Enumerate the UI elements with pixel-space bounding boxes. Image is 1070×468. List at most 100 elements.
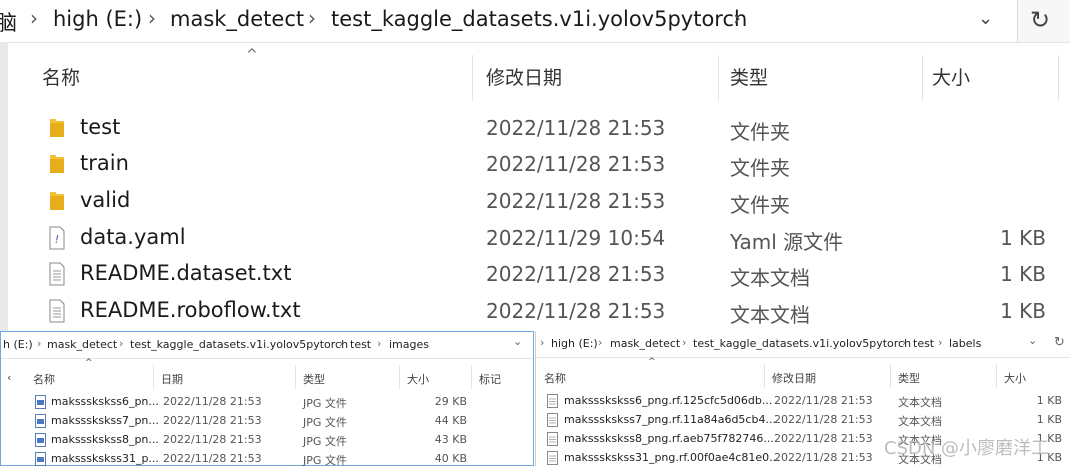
sort-ascending-icon: ^ xyxy=(648,357,656,367)
address-history-dropdown-icon[interactable]: ⌄ xyxy=(513,335,522,348)
breadcrumb-separator-icon[interactable]: › xyxy=(902,336,906,349)
file-date: 2022/11/28 21:53 xyxy=(163,452,262,465)
images-explorer-window: h (E:) › mask_detect › test_kaggle_datas… xyxy=(0,331,534,468)
breadcrumb-separator-icon[interactable]: › xyxy=(938,336,942,349)
file-row-train[interactable]: train 2022/11/28 21:53 文件夹 xyxy=(10,147,1060,183)
column-divider[interactable] xyxy=(922,55,923,101)
breadcrumb-separator-icon[interactable]: › xyxy=(682,336,686,349)
breadcrumb-dataset-folder[interactable]: test_kaggle_datasets.v1i.yolov5pytorch xyxy=(693,337,911,350)
file-date: 2022/11/28 21:53 xyxy=(163,414,262,427)
breadcrumb-separator-icon[interactable]: › xyxy=(37,337,41,350)
breadcrumb-mask-detect[interactable]: mask_detect xyxy=(170,7,304,31)
column-divider[interactable] xyxy=(153,365,154,389)
file-type: 文本文档 xyxy=(730,266,810,290)
folder-icon xyxy=(50,119,64,137)
text-file-icon xyxy=(49,299,65,323)
breadcrumb-separator-icon[interactable]: › xyxy=(598,336,602,349)
text-file-icon xyxy=(547,432,558,446)
breadcrumb-drive[interactable]: high (E:) xyxy=(551,337,598,350)
breadcrumb-images[interactable]: images xyxy=(389,338,429,351)
yaml-file-icon: ! xyxy=(49,226,65,250)
address-bar[interactable]: h (E:) › mask_detect › test_kaggle_datas… xyxy=(1,332,533,359)
column-divider[interactable] xyxy=(890,364,891,388)
file-date: 2022/11/28 21:53 xyxy=(486,189,666,213)
breadcrumb-drive[interactable]: high (E:) xyxy=(53,7,142,31)
jpg-file-icon xyxy=(35,395,46,409)
file-row[interactable]: makssskskss31_p... 2022/11/28 21:53 JPG … xyxy=(1,450,533,468)
column-divider[interactable] xyxy=(718,55,719,101)
breadcrumb-drive[interactable]: h (E:) xyxy=(3,338,33,351)
column-header-type[interactable]: 类型 xyxy=(898,370,920,386)
file-date: 2022/11/28 21:53 xyxy=(486,116,666,140)
breadcrumb-separator-icon[interactable]: › xyxy=(540,336,544,349)
file-row[interactable]: makssskskss7_png.rf.11a84a6d5cb4... 2022… xyxy=(536,411,1070,429)
refresh-icon[interactable]: ↻ xyxy=(1054,335,1065,350)
breadcrumb-separator-icon[interactable]: › xyxy=(377,337,381,350)
address-history-dropdown-icon[interactable]: ⌄ xyxy=(978,8,993,29)
breadcrumb-separator-icon[interactable]: › xyxy=(308,6,316,30)
file-type: JPG 文件 xyxy=(303,416,347,429)
file-type: 文本文档 xyxy=(898,396,942,409)
breadcrumb-dataset-folder[interactable]: test_kaggle_datasets.v1i.yolov5pytorch xyxy=(331,7,747,31)
breadcrumb-separator-icon[interactable]: › xyxy=(119,337,123,350)
column-divider[interactable] xyxy=(295,365,296,389)
column-divider[interactable] xyxy=(996,364,997,388)
column-divider[interactable] xyxy=(1058,55,1059,101)
text-file-icon xyxy=(547,413,558,427)
file-type: JPG 文件 xyxy=(303,397,347,410)
file-row-data-yaml[interactable]: ! data.yaml 2022/11/29 10:54 Yaml 源文件 1 … xyxy=(10,221,1060,257)
jpg-file-icon xyxy=(35,433,46,447)
column-header-tag[interactable]: 标记 xyxy=(479,371,501,387)
breadcrumb-separator-icon[interactable]: › xyxy=(148,6,156,30)
column-divider[interactable] xyxy=(472,55,473,101)
breadcrumb-separator-icon[interactable]: › xyxy=(339,337,343,350)
file-row[interactable]: makssskskss7_pn... 2022/11/28 21:53 JPG … xyxy=(1,412,533,430)
breadcrumb-labels[interactable]: labels xyxy=(949,337,981,350)
column-header-date[interactable]: 修改日期 xyxy=(486,63,562,90)
column-header-date[interactable]: 修改日期 xyxy=(772,370,816,386)
column-header-name[interactable]: 名称 xyxy=(33,371,55,387)
file-row-test[interactable]: test 2022/11/28 21:53 文件夹 xyxy=(10,111,1060,147)
column-header-name[interactable]: 名称 xyxy=(544,370,566,386)
file-name: makssskskss31_p... xyxy=(51,452,159,465)
file-row[interactable]: makssskskss8_pn... 2022/11/28 21:53 JPG … xyxy=(1,431,533,449)
address-bar[interactable]: › high (E:) › mask_detect › test_kaggle_… xyxy=(536,331,1070,358)
expand-arrow-icon[interactable]: ‹ xyxy=(7,371,11,384)
breadcrumb-test[interactable]: test xyxy=(350,338,371,351)
breadcrumb-separator-icon[interactable]: › xyxy=(30,6,38,30)
breadcrumb-mask-detect[interactable]: mask_detect xyxy=(47,338,117,351)
folder-icon xyxy=(50,192,64,210)
navigation-pane-edge xyxy=(0,42,8,332)
column-divider[interactable] xyxy=(764,364,765,388)
breadcrumb-test[interactable]: test xyxy=(913,337,934,350)
file-date: 2022/11/28 21:53 xyxy=(163,395,262,408)
file-name: makssskskss6_png.rf.125cfc5d06db... xyxy=(564,394,773,407)
breadcrumb-this-pc[interactable]: 脑 xyxy=(0,7,17,37)
file-name: README.dataset.txt xyxy=(80,261,292,285)
file-name: makssskskss7_png.rf.11a84a6d5cb4... xyxy=(564,413,776,426)
column-header-type[interactable]: 类型 xyxy=(303,371,325,387)
file-row-readme-dataset[interactable]: README.dataset.txt 2022/11/28 21:53 文本文档… xyxy=(10,257,1060,293)
file-name: makssskskss6_pn... xyxy=(51,395,159,408)
file-row[interactable]: makssskskss6_pn... 2022/11/28 21:53 JPG … xyxy=(1,393,533,411)
column-header-type[interactable]: 类型 xyxy=(730,63,768,90)
column-header-size[interactable]: 大小 xyxy=(1004,370,1026,386)
file-row-valid[interactable]: valid 2022/11/28 21:53 文件夹 xyxy=(10,184,1060,220)
jpg-file-icon xyxy=(35,414,46,428)
column-divider[interactable] xyxy=(471,365,472,389)
breadcrumb-separator-icon[interactable]: › xyxy=(733,6,741,30)
address-bar[interactable]: 脑 › high (E:) › mask_detect › test_kaggl… xyxy=(0,0,1070,43)
column-header-date[interactable]: 日期 xyxy=(161,371,183,387)
watermark: CSDN @小廖磨洋工 xyxy=(884,438,1050,459)
column-header-size[interactable]: 大小 xyxy=(407,371,429,387)
breadcrumb-dataset-folder[interactable]: test_kaggle_datasets.v1i.yolov5pytorch xyxy=(130,338,348,351)
file-size: 40 KB xyxy=(434,452,467,465)
file-row-readme-roboflow[interactable]: README.roboflow.txt 2022/11/28 21:53 文本文… xyxy=(10,294,1060,330)
column-divider[interactable] xyxy=(399,365,400,389)
address-history-dropdown-icon[interactable]: ⌄ xyxy=(1028,334,1037,347)
refresh-button[interactable]: ↻ xyxy=(1017,0,1070,42)
column-header-size[interactable]: 大小 xyxy=(932,63,970,90)
column-header-name[interactable]: 名称 xyxy=(42,63,80,90)
file-row[interactable]: makssskskss6_png.rf.125cfc5d06db... 2022… xyxy=(536,392,1070,410)
breadcrumb-mask-detect[interactable]: mask_detect xyxy=(610,337,680,350)
